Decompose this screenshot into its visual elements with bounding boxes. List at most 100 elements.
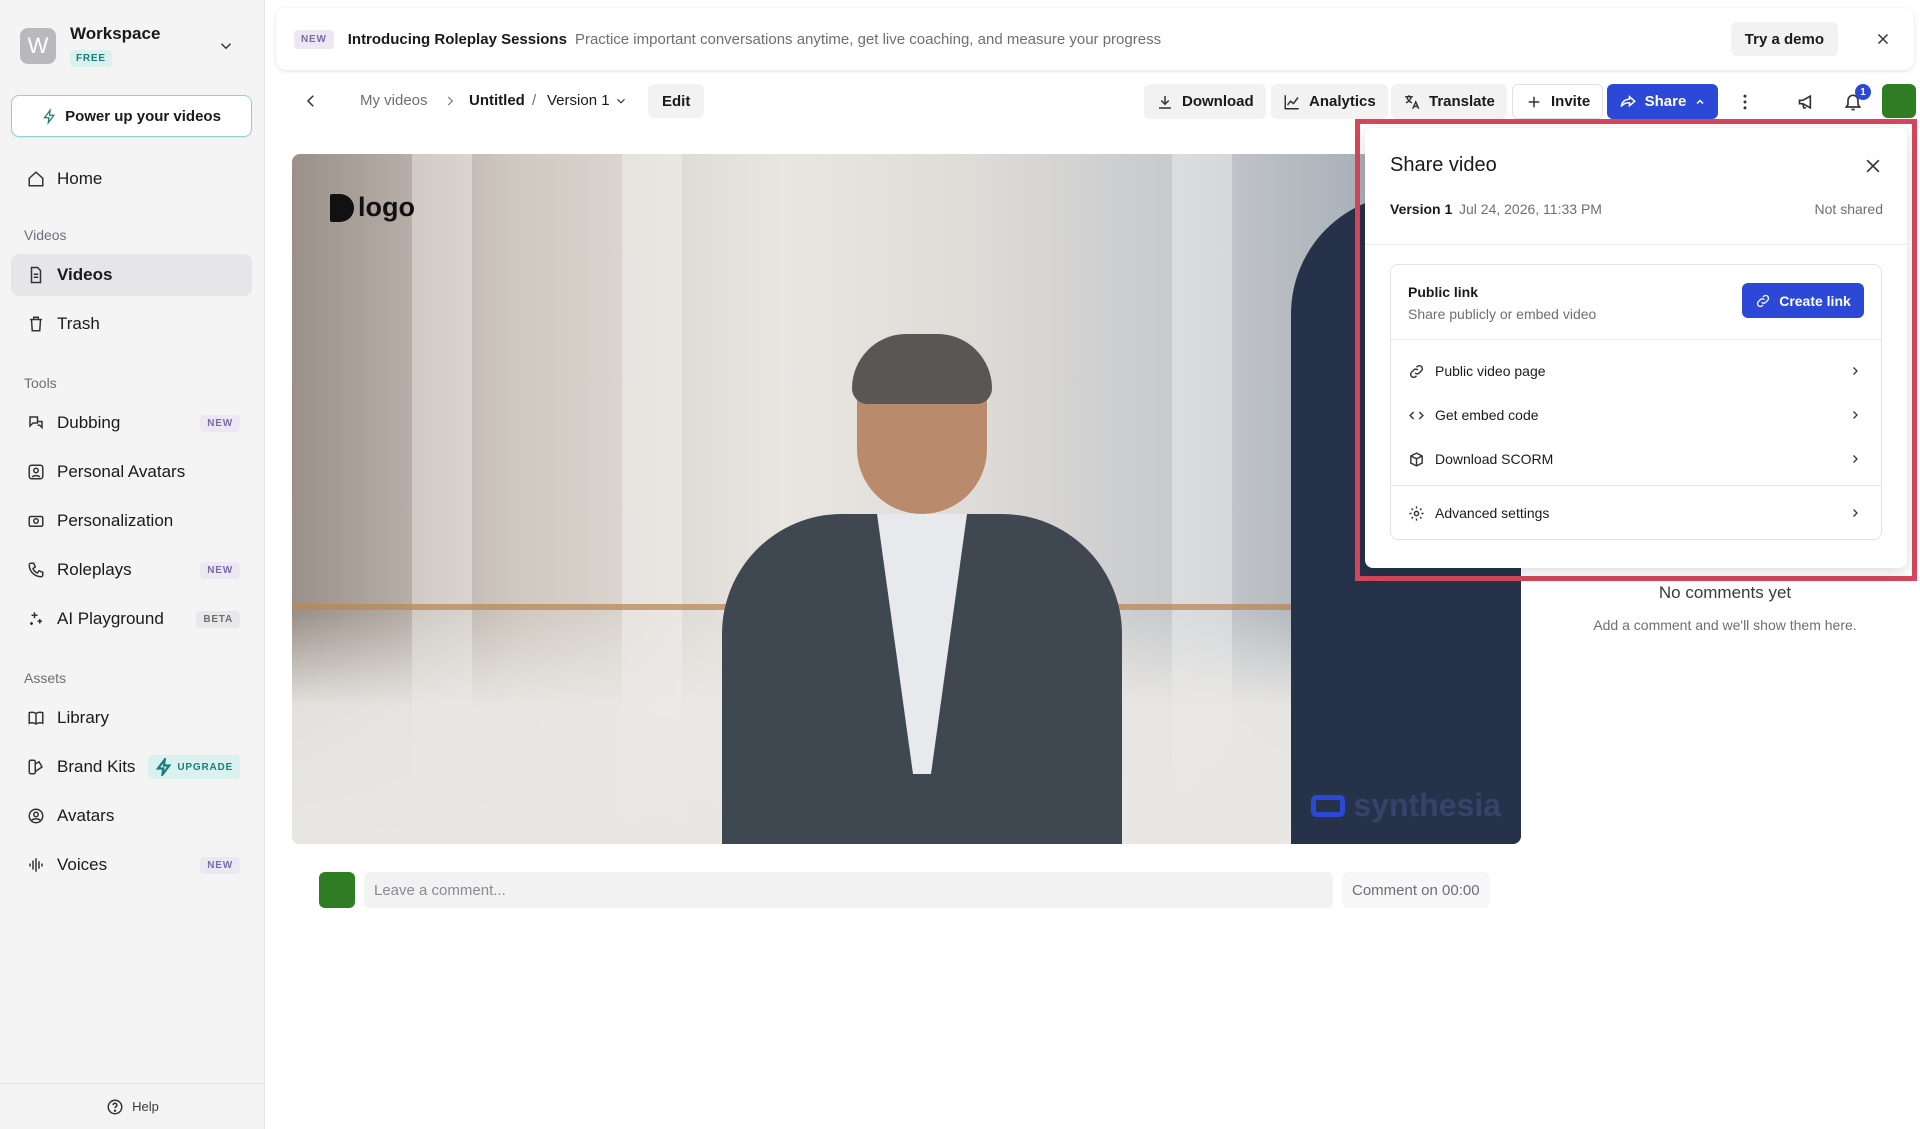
logo-mark-icon <box>330 193 354 222</box>
sidebar-item-personalization[interactable]: Personalization <box>11 500 252 542</box>
trash-icon <box>30 316 42 332</box>
palette-icon <box>28 759 43 775</box>
sidebar-item-library[interactable]: Library <box>11 697 252 739</box>
user-avatar[interactable] <box>1882 84 1916 118</box>
beta-badge: BETA <box>196 610 240 628</box>
lightning-icon <box>43 107 56 125</box>
download-scorm-option[interactable]: Download SCORM <box>1391 437 1881 481</box>
synthesia-logo-icon <box>1311 794 1346 817</box>
power-up-label: Power up your videos <box>65 107 221 125</box>
public-video-page-option[interactable]: Public video page <box>1391 349 1881 393</box>
close-icon[interactable] <box>1874 30 1892 48</box>
advanced-settings-option[interactable]: Advanced settings <box>1391 491 1881 535</box>
share-options-card: Public link Share publicly or embed vide… <box>1390 264 1882 540</box>
new-badge: NEW <box>200 561 240 579</box>
sidebar: W Workspace FREE Power up your videos Ho… <box>0 0 265 1129</box>
comment-timestamp-button[interactable]: Comment on 00:00 <box>1342 872 1490 908</box>
link-icon <box>1757 294 1770 307</box>
section-label-assets: Assets <box>24 670 67 686</box>
dubbing-icon <box>29 416 43 430</box>
camera-icon <box>28 515 44 527</box>
video-logo-text: logo <box>358 192 415 222</box>
invite-button[interactable]: Invite <box>1512 84 1604 119</box>
invite-label: Invite <box>1551 93 1591 110</box>
sidebar-item-personal-avatars[interactable]: Personal Avatars <box>11 451 252 493</box>
announcement-banner: NEW Introducing Roleplay Sessions Practi… <box>276 8 1914 70</box>
chevron-right-icon <box>1853 411 1858 419</box>
user-square-icon <box>28 464 44 480</box>
no-comments-title: No comments yet <box>1658 583 1792 602</box>
help-button[interactable]: Help <box>0 1083 265 1129</box>
share-status: Not shared <box>1814 201 1883 217</box>
more-vertical-icon[interactable] <box>1735 92 1755 112</box>
close-icon[interactable] <box>1863 156 1883 176</box>
user-circle-icon <box>28 808 44 824</box>
sidebar-item-avatars[interactable]: Avatars <box>11 795 252 837</box>
phone-icon <box>28 562 44 578</box>
analytics-label: Analytics <box>1309 93 1376 110</box>
watermark-text: synthesia <box>1353 787 1501 823</box>
code-icon <box>1409 410 1424 420</box>
home-icon <box>28 171 44 187</box>
divider <box>1391 485 1881 486</box>
create-link-button[interactable]: Create link <box>1742 283 1864 318</box>
sidebar-item-voices[interactable]: Voices NEW <box>11 844 252 886</box>
public-link-title: Public link <box>1408 284 1479 300</box>
comment-input[interactable] <box>364 872 1333 908</box>
megaphone-icon[interactable] <box>1797 92 1817 112</box>
chart-icon <box>1284 94 1299 109</box>
breadcrumb-my-videos[interactable]: My videos <box>360 92 428 109</box>
translate-icon <box>1405 94 1420 109</box>
sidebar-item-videos[interactable]: Videos <box>11 254 252 296</box>
sidebar-item-ai-playground[interactable]: AI Playground BETA <box>11 598 252 640</box>
workspace-name: Workspace <box>70 24 161 43</box>
version-selector[interactable]: Version 1 <box>547 92 610 109</box>
sidebar-item-brand-kits[interactable]: Brand Kits UPGRADE <box>11 746 252 788</box>
sidebar-item-label: Videos <box>57 265 113 284</box>
translate-button[interactable]: Translate <box>1391 84 1507 119</box>
help-label: Help <box>132 1099 159 1114</box>
file-icon <box>30 266 42 284</box>
video-title[interactable]: Untitled <box>469 92 525 109</box>
share-panel-title: Share video <box>1390 154 1497 176</box>
edit-button[interactable]: Edit <box>648 84 705 118</box>
sidebar-item-home[interactable]: Home <box>11 158 252 200</box>
chevron-right-icon <box>1853 367 1858 375</box>
gear-icon <box>1409 505 1424 521</box>
upgrade-label: UPGRADE <box>177 761 233 773</box>
share-button[interactable]: Share <box>1607 84 1718 119</box>
sidebar-item-label: Roleplays <box>57 560 132 579</box>
new-badge: NEW <box>200 856 240 874</box>
new-badge: NEW <box>200 414 240 432</box>
sidebar-item-dubbing[interactable]: Dubbing NEW <box>11 402 252 444</box>
share-label: Share <box>1644 93 1687 110</box>
analytics-button[interactable]: Analytics <box>1271 84 1388 119</box>
sidebar-item-roleplays[interactable]: Roleplays NEW <box>11 549 252 591</box>
workspace-switcher[interactable]: W Workspace FREE <box>20 24 235 67</box>
waveform-icon <box>29 858 43 872</box>
sidebar-item-label: Brand Kits <box>57 757 136 776</box>
upgrade-badge[interactable]: UPGRADE <box>148 755 240 779</box>
workspace-plan-badge: FREE <box>70 50 112 67</box>
divider <box>1391 339 1881 340</box>
no-comments-subtitle: Add a comment and we'll show them here. <box>1593 617 1857 633</box>
public-link-subtitle: Share publicly or embed video <box>1408 306 1597 322</box>
option-label: Public video page <box>1435 363 1546 379</box>
download-button[interactable]: Download <box>1144 84 1266 119</box>
create-link-label: Create link <box>1779 292 1851 309</box>
chevron-right-icon <box>447 96 454 106</box>
chevron-down-icon[interactable] <box>614 94 628 108</box>
link-icon <box>1409 364 1424 378</box>
chevron-right-icon <box>1853 455 1858 463</box>
back-arrow-icon[interactable] <box>302 92 320 110</box>
get-embed-code-option[interactable]: Get embed code <box>1391 393 1881 437</box>
section-label-tools: Tools <box>24 375 57 391</box>
sidebar-item-label: Voices <box>57 855 108 874</box>
sidebar-item-trash[interactable]: Trash <box>11 303 252 345</box>
try-demo-button[interactable]: Try a demo <box>1730 22 1838 56</box>
sidebar-item-label: Library <box>57 708 109 727</box>
power-up-button[interactable]: Power up your videos <box>11 95 252 137</box>
presenter-hair <box>852 334 992 404</box>
lightning-icon <box>156 758 172 776</box>
video-player[interactable]: logo synthesia <box>292 154 1521 844</box>
